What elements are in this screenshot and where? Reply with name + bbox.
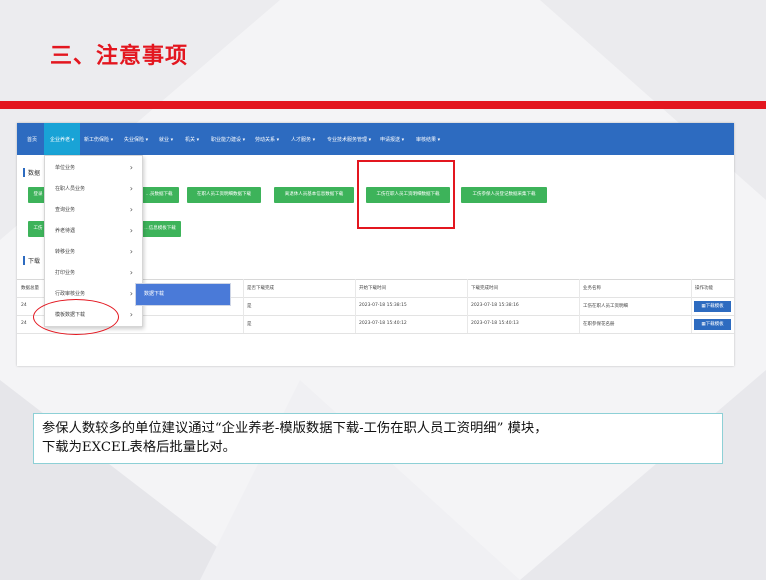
nav-home[interactable]: 首页: [27, 123, 37, 155]
section-marker: [23, 256, 25, 265]
nav-application-submit[interactable]: 申请报送 ▾: [380, 123, 404, 155]
table-cell-name: 在职参保花名册: [583, 322, 615, 327]
top-nav-bar: 首页 企业养老 ▾ 新工伤保险 ▾ 失业保险 ▾ 就业 ▾ 机关 ▾ 职业能力建…: [17, 123, 734, 155]
download-template-row-button[interactable]: ▦下载模板: [694, 319, 731, 330]
section-marker: [23, 168, 25, 177]
menu-item-label: 单位业务: [55, 165, 76, 171]
table-column-divider: [243, 279, 244, 333]
table-cell-count: 24: [21, 321, 27, 326]
section-data-label: 数据: [28, 170, 41, 177]
download-template-row-button[interactable]: ▦下载模板: [694, 301, 731, 312]
table-header: 开始下载时间: [359, 286, 386, 291]
nav-vocational-ability[interactable]: 职业能力建设 ▾: [211, 123, 245, 155]
chevron-right-icon: ›: [129, 184, 133, 193]
table-cell-name: 工伤在职人员工资明细: [583, 304, 628, 309]
chevron-right-icon: ›: [129, 247, 133, 256]
chevron-right-icon: ›: [129, 310, 133, 319]
title-divider-band: [0, 101, 766, 109]
nav-unemployment[interactable]: 失业保险 ▾: [124, 123, 148, 155]
download-retiree-info-button[interactable]: 离退休人员基本信息数据下载: [274, 187, 354, 203]
menu-item-pension-benefits[interactable]: 养老待遇 ›: [45, 221, 142, 242]
nav-review-results[interactable]: 审核结果 ▾: [416, 123, 440, 155]
menu-item-employee-business[interactable]: 在职人员业务 ›: [45, 179, 142, 200]
table-cell-end: 2023-07-18 15:38:16: [471, 303, 519, 308]
download-injury-enroll-button[interactable]: 工伤参保人员登记数据采集下载: [461, 187, 547, 203]
menu-item-label: 查询业务: [55, 207, 76, 213]
highlight-ellipse: [33, 299, 119, 335]
note-line: 参保人数较多的单位建议通过“企业养老-模版数据下载-工伤在职人员工资明细” 模块…: [42, 421, 548, 436]
table-bottom-border: [17, 333, 734, 334]
table-cell-done: 是: [247, 322, 252, 327]
chevron-right-icon: ›: [129, 289, 133, 298]
chevron-right-icon: ›: [129, 268, 133, 277]
download-salary-detail-button[interactable]: 在职人员工资明细数据下载: [187, 187, 261, 203]
nav-talent-service[interactable]: 人才服务 ▾: [291, 123, 315, 155]
table-cell-end: 2023-07-18 15:40:13: [471, 321, 519, 326]
table-header: 业务名称: [583, 286, 601, 291]
table-cell-count: 24: [21, 303, 27, 308]
table-cell-start: 2023-07-18 15:38:15: [359, 303, 407, 308]
menu-item-transfer[interactable]: 转移业务 ›: [45, 242, 142, 263]
nav-employment[interactable]: 就业 ▾: [159, 123, 173, 155]
table-header: 是否下载完成: [247, 286, 274, 291]
menu-item-label: 打印业务: [55, 270, 76, 276]
table-column-divider: [579, 279, 580, 333]
table-cell-start: 2023-07-18 15:40:12: [359, 321, 407, 326]
table-header: 操作功能: [695, 286, 713, 291]
menu-item-label: 转移业务: [55, 249, 76, 255]
submenu-data-download[interactable]: 数据下载: [135, 283, 231, 306]
table-column-divider: [691, 279, 692, 333]
menu-item-label: 在职人员业务: [55, 186, 86, 192]
nav-labor-relations[interactable]: 劳动关系 ▾: [255, 123, 279, 155]
highlight-rectangle: [357, 160, 455, 229]
app-screenshot: 首页 企业养老 ▾ 新工伤保险 ▾ 失业保险 ▾ 就业 ▾ 机关 ▾ 职业能力建…: [17, 123, 734, 366]
table-cell-done: 是: [247, 304, 252, 309]
note-box: 参保人数较多的单位建议通过“企业养老-模版数据下载-工伤在职人员工资明细” 模块…: [33, 413, 723, 464]
section-download-label: 下载: [28, 258, 41, 265]
menu-item-unit-business[interactable]: 单位业务 ›: [45, 158, 142, 179]
nav-government[interactable]: 机关 ▾: [185, 123, 199, 155]
chevron-right-icon: ›: [129, 226, 133, 235]
note-line: 下载为EXCEL表格后批量比对。: [42, 440, 236, 455]
download-button[interactable]: …员数据下载: [139, 187, 179, 203]
menu-item-print[interactable]: 打印业务 ›: [45, 263, 142, 284]
table-header: 下载完成时间: [471, 286, 498, 291]
submenu-label: 数据下载: [144, 291, 165, 297]
download-template-button[interactable]: …信息模板下载: [139, 221, 181, 237]
chevron-right-icon: ›: [129, 205, 133, 214]
nav-professional-tech[interactable]: 专业技术服务管理 ▾: [327, 123, 371, 155]
table-header: 数据总量: [21, 286, 39, 291]
table-column-divider: [467, 279, 468, 333]
slide-title: 三、注意事项: [50, 44, 189, 69]
table-column-divider: [355, 279, 356, 333]
nav-work-injury[interactable]: 新工伤保险 ▾: [84, 123, 113, 155]
menu-item-label: 养老待遇: [55, 228, 76, 234]
menu-item-query[interactable]: 查询业务 ›: [45, 200, 142, 221]
nav-enterprise-pension[interactable]: 企业养老 ▾: [44, 123, 80, 155]
chevron-right-icon: ›: [129, 163, 133, 172]
